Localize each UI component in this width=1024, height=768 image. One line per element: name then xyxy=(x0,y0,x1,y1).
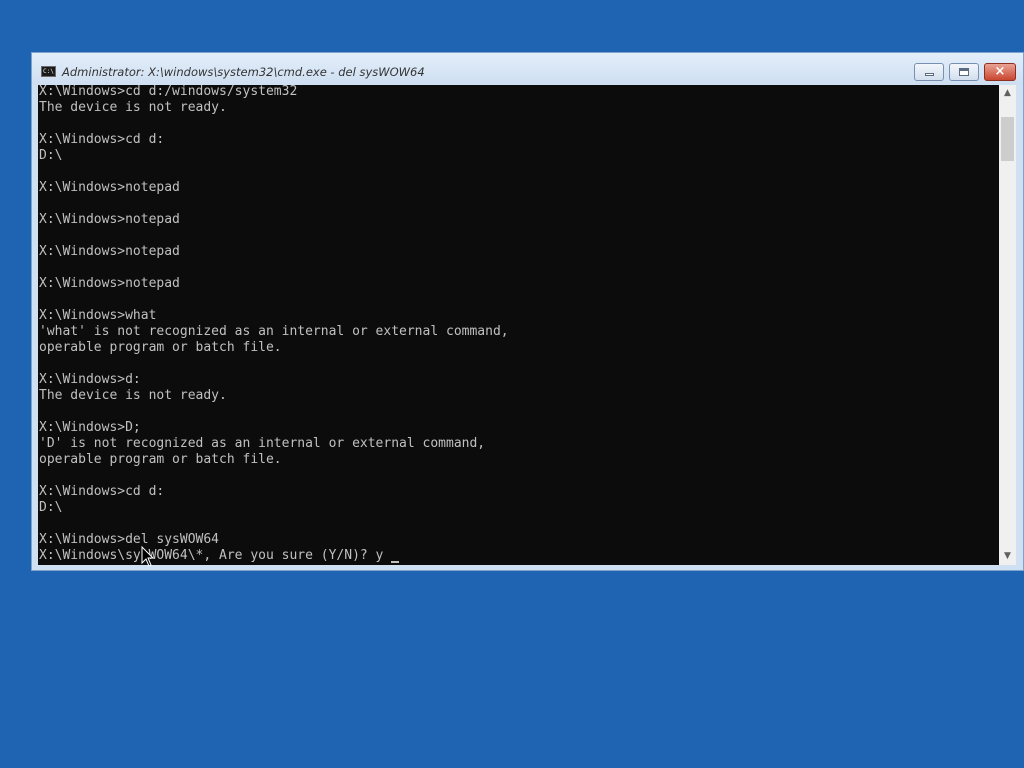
console-line: 'what' is not recognized as an internal … xyxy=(39,324,509,339)
maximize-icon xyxy=(959,68,969,76)
mouse-pointer-icon xyxy=(141,546,155,567)
console-line: The device is not ready. xyxy=(39,388,227,403)
close-button[interactable]: × xyxy=(984,63,1016,81)
title-bar[interactable]: C:\ Administrator: X:\windows\system32\c… xyxy=(32,53,1023,84)
console-line: X:\Windows>d: xyxy=(39,372,141,387)
console-output[interactable]: X:\Windows>cd d:/windows/system32 The dev… xyxy=(38,85,999,565)
console-line: operable program or batch file. xyxy=(39,452,282,467)
console-line: X:\Windows>del sysWOW64 xyxy=(39,532,220,547)
console-line: 'D' is not recognized as an internal or … xyxy=(39,436,486,451)
vertical-scrollbar[interactable]: ▲ ▼ xyxy=(999,85,1016,565)
scroll-thumb[interactable] xyxy=(1001,117,1014,161)
window-title: Administrator: X:\windows\system32\cmd.e… xyxy=(62,65,425,79)
console-line: X:\Windows>notepad xyxy=(39,244,180,259)
scroll-up-arrow-icon[interactable]: ▲ xyxy=(999,85,1016,102)
console-line: X:\Windows>cd d: xyxy=(39,132,165,147)
close-icon: × xyxy=(994,64,1006,79)
console-line: X:\Windows>notepad xyxy=(39,180,180,195)
maximize-button[interactable] xyxy=(949,63,979,81)
console-line: D:\ xyxy=(39,148,63,163)
console-line: X:\Windows>notepad xyxy=(39,276,180,291)
console-line: X:\Windows>what xyxy=(39,308,157,323)
minimize-icon xyxy=(924,73,934,76)
console-line: The device is not ready. xyxy=(39,100,227,115)
cmd-window[interactable]: C:\ Administrator: X:\windows\system32\c… xyxy=(31,52,1024,571)
console-line: X:\Windows>cd d: xyxy=(39,484,165,499)
text-cursor xyxy=(391,561,399,563)
cmd-icon: C:\ xyxy=(41,66,56,77)
console-line: operable program or batch file. xyxy=(39,340,282,355)
console-line: X:\Windows\sysWOW64\*, Are you sure (Y/N… xyxy=(39,548,384,563)
console-line: X:\Windows>notepad xyxy=(39,212,180,227)
console-line: D:\ xyxy=(39,500,63,515)
console-line: X:\Windows>cd d:/windows/system32 xyxy=(39,85,298,99)
scroll-down-arrow-icon[interactable]: ▼ xyxy=(999,548,1016,565)
minimize-button[interactable] xyxy=(914,63,944,81)
console-line: X:\Windows>D; xyxy=(39,420,141,435)
console-text: X:\Windows>cd d:/windows/system32 The dev… xyxy=(39,85,509,564)
